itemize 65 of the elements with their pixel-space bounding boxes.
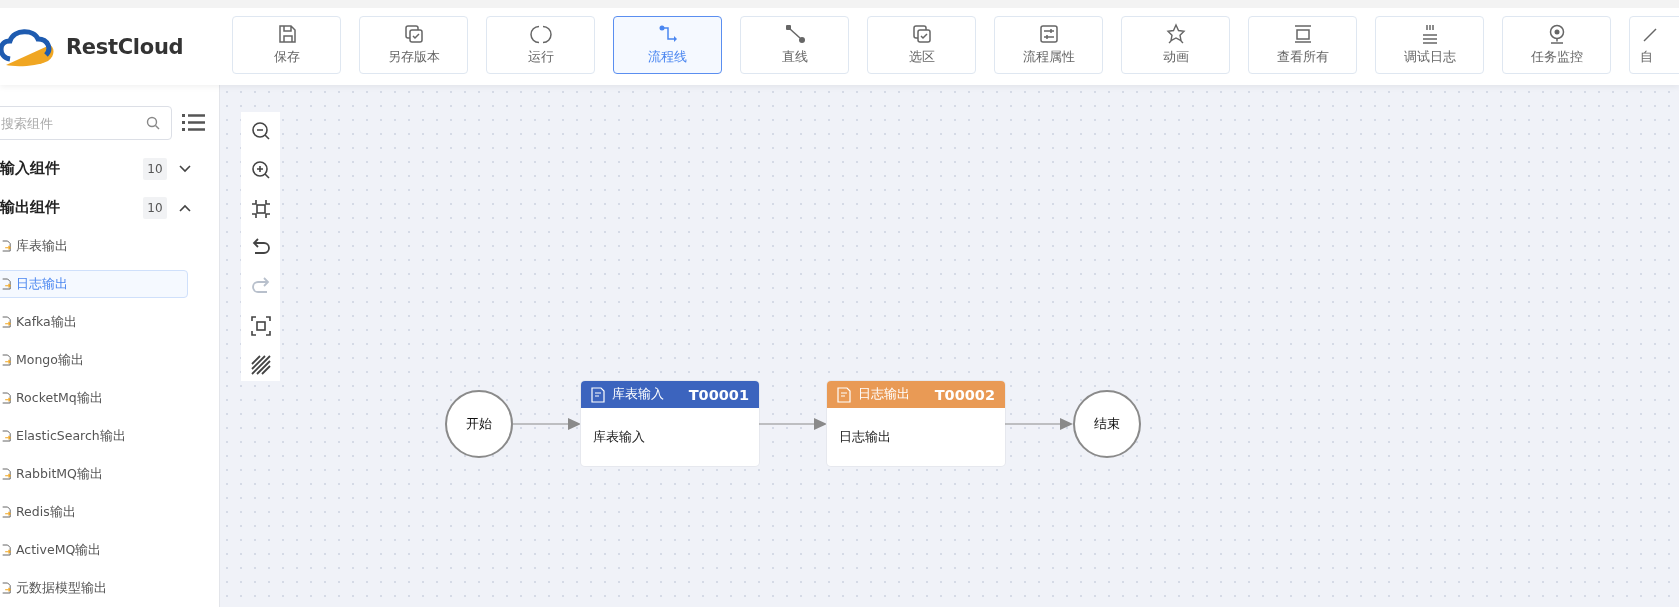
file-arrow-icon — [1, 315, 11, 329]
toolbar-button[interactable]: 调试日志 — [1375, 15, 1484, 74]
toolbar-button[interactable]: 自 — [1629, 15, 1679, 74]
select-area-icon — [910, 23, 933, 45]
count-badge: 10 — [143, 157, 167, 180]
file-arrow-icon — [1, 391, 11, 405]
component-item[interactable]: RabbitMQ输出 — [0, 460, 188, 488]
node-title: 库表输入 — [612, 386, 664, 403]
file-arrow-icon — [1, 543, 11, 557]
component-item[interactable]: Redis输出 — [0, 498, 188, 526]
node-body: 日志输出 — [838, 427, 892, 446]
toolbar-button[interactable]: 另存版本 — [359, 15, 468, 74]
sliders-icon — [1037, 23, 1060, 45]
file-arrow-icon — [1, 277, 11, 291]
node-body: 库表输入 — [592, 427, 646, 446]
toolbar-button[interactable]: 运行 — [486, 15, 595, 74]
list-menu-icon — [182, 112, 206, 134]
hatch-icon[interactable] — [250, 355, 271, 375]
start-node: 开始 — [445, 389, 513, 458]
file-arrow-icon — [1, 239, 11, 253]
straight-line-icon — [783, 23, 806, 45]
file-arrow-icon — [1, 353, 11, 367]
toolbar-button[interactable]: 查看所有 — [1248, 15, 1357, 74]
toolbar-button[interactable]: 选区 — [867, 15, 976, 74]
component-item[interactable]: ElasticSearch输出 — [0, 422, 188, 450]
component-item[interactable]: Mongo输出 — [0, 346, 188, 374]
component-item[interactable]: 日志输出 — [0, 270, 188, 298]
chevron-up-icon[interactable] — [179, 203, 191, 212]
file-arrow-icon — [1, 505, 11, 519]
zoom-out-icon[interactable] — [250, 121, 271, 141]
chevron-down-icon[interactable] — [179, 164, 191, 173]
search-icon — [146, 116, 160, 130]
end-node: 结束 — [1073, 389, 1141, 458]
document-icon — [837, 386, 851, 403]
document-icon — [591, 386, 605, 403]
component-item[interactable]: Kafka输出 — [0, 308, 188, 336]
file-arrow-icon — [1, 429, 11, 443]
group-title[interactable]: 输出组件 — [0, 198, 143, 217]
fullscreen-icon[interactable] — [250, 316, 271, 336]
arrow-connector — [759, 417, 827, 430]
cloud-logo-icon — [0, 26, 56, 67]
logo-text: RestCloud — [66, 34, 184, 59]
count-badge: 10 — [143, 196, 167, 219]
search-field[interactable]: 搜索组件 — [0, 106, 172, 140]
copy-check-icon — [402, 23, 425, 45]
arrow-connector — [1005, 417, 1073, 430]
group-title[interactable]: 输入组件 — [0, 159, 143, 178]
toolbar-button[interactable]: 流程线 — [613, 15, 722, 74]
zoom-in-icon[interactable] — [250, 160, 271, 180]
fit-view-icon[interactable] — [250, 199, 271, 219]
file-arrow-icon — [1, 581, 11, 595]
arrow-connector — [513, 417, 581, 430]
toolbar-button[interactable]: 动画 — [1121, 15, 1230, 74]
toolbar-button[interactable]: 任务监控 — [1502, 15, 1611, 74]
component-item[interactable]: 库表输出 — [0, 232, 188, 260]
toolbar-button[interactable]: 保存 — [232, 15, 341, 74]
component-item[interactable]: 元数据模型输出 — [0, 574, 188, 602]
toolbar-button[interactable]: 直线 — [740, 15, 849, 74]
component-item[interactable]: ActiveMQ输出 — [0, 536, 188, 564]
node-code: T00002 — [934, 386, 995, 403]
toolbar-button[interactable]: 流程属性 — [994, 15, 1103, 74]
node-code: T00001 — [688, 386, 749, 403]
component-item[interactable]: RocketMq输出 — [0, 384, 188, 412]
node-title: 日志输出 — [858, 386, 910, 403]
file-arrow-icon — [1, 467, 11, 481]
